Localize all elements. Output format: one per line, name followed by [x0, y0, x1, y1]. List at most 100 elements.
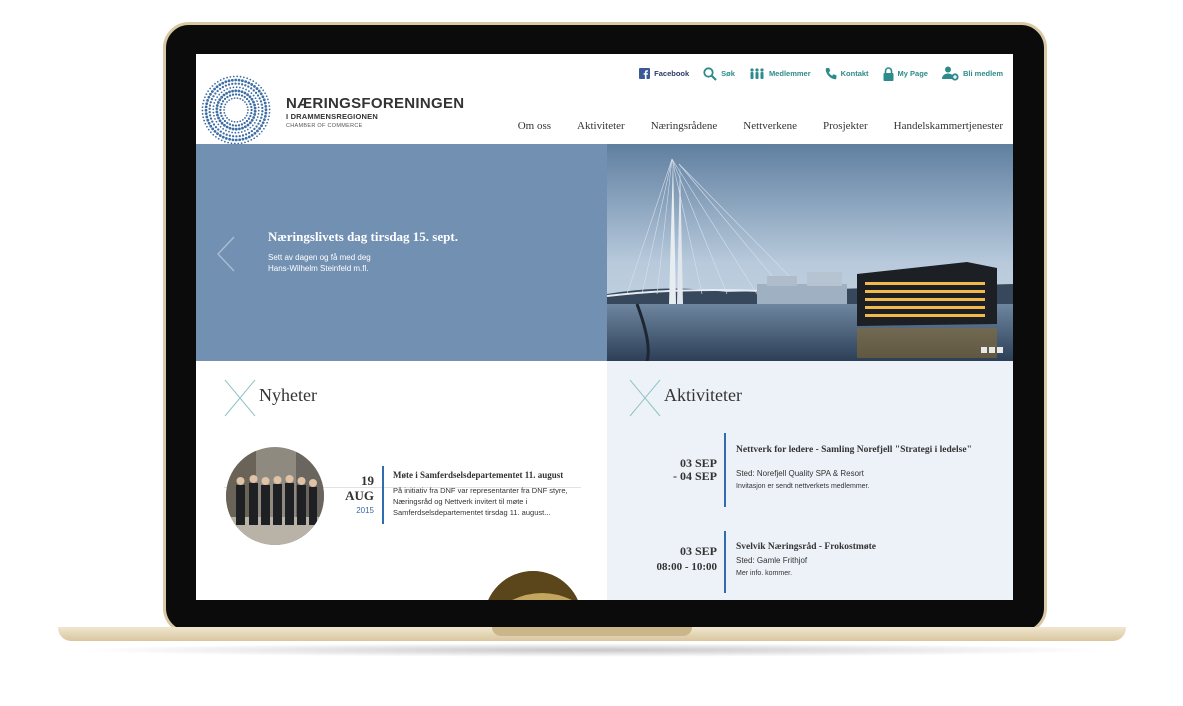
logo-dot [244, 117, 246, 119]
logo-dot [241, 134, 245, 137]
brand-wordmark[interactable]: NÆRINGSFORENINGEN I DRAMMENSREGIONEN CHA… [286, 96, 464, 131]
nav-naeringsradene[interactable]: Næringsrådene [651, 120, 718, 132]
logo-dot [243, 76, 245, 79]
logo-dot [256, 116, 259, 118]
logo-dot [217, 123, 220, 126]
logo-dot [240, 90, 244, 94]
logo-dot [246, 106, 249, 109]
logo-dot [255, 87, 259, 90]
activity-1-bar [724, 433, 726, 507]
facebook-link[interactable]: Facebook [639, 68, 689, 79]
logo-dot [252, 116, 256, 119]
logo-dot [209, 87, 212, 90]
logo-dot [236, 97, 239, 99]
contact-label: Kontakt [840, 69, 869, 78]
activity-2-place: Sted: Gamle Frithjof [736, 556, 808, 565]
nav-om-oss[interactable]: Om oss [518, 120, 551, 132]
logo-dot [222, 132, 225, 135]
logo-dot [228, 123, 232, 126]
logo-dot [264, 104, 268, 108]
logo-dot [223, 111, 226, 114]
news-item-title[interactable]: Møte i Samferdselsdepartementet 11. augu… [393, 470, 563, 480]
logo-dot [250, 97, 254, 101]
logo-dot [250, 111, 253, 115]
logo-dot [231, 124, 235, 127]
phone-icon [825, 68, 837, 80]
logo-dot [244, 84, 247, 87]
logo-dot [209, 92, 212, 96]
logo-dot [212, 108, 215, 111]
logo-dot [225, 91, 229, 95]
logo-dot [216, 89, 219, 93]
logo-dot [224, 84, 228, 87]
activity-2-title[interactable]: Svelvik Næringsråd - Frokostmøte [736, 542, 976, 553]
logo-dot [227, 141, 229, 144]
logo-dot [260, 130, 263, 133]
nav-nettverkene[interactable]: Nettverkene [743, 120, 797, 132]
activity-1-title[interactable]: Nettverk for ledere - Samling Norefjell … [736, 445, 976, 456]
logo-dot [259, 100, 263, 103]
search-icon [703, 66, 717, 81]
activities-section: Aktiviteter 03 SEP - 04 SEP Nettverk for… [607, 361, 1013, 600]
members-link[interactable]: Medlemmer [749, 67, 811, 80]
nav-aktiviteter[interactable]: Aktiviteter [577, 120, 625, 132]
hero-line-2: Hans-Wilhelm Steinfeld m.fl. [268, 264, 369, 273]
logo-dot [237, 82, 241, 85]
brand-name: NÆRINGSFORENINGEN [286, 95, 465, 112]
logo-dot [261, 106, 264, 110]
nav-handelskammertjenester[interactable]: Handelskammertjenester [894, 120, 1003, 132]
logo-dot [237, 89, 241, 93]
logo-dot [207, 128, 210, 131]
logo-icon[interactable] [200, 74, 272, 146]
logo-dot [212, 123, 216, 126]
hero-title[interactable]: Næringslivets dag tirsdag 15. sept. [268, 229, 458, 245]
logo-dot [231, 135, 235, 138]
logo-dot [219, 111, 222, 115]
slide-dot-3[interactable] [997, 347, 1003, 353]
news-photo-2-image [484, 571, 582, 600]
logo-dot [247, 100, 251, 103]
logo-dot [230, 142, 233, 145]
logo-dot [229, 87, 232, 89]
logo-dot [259, 92, 263, 96]
slide-dot-1[interactable] [981, 347, 987, 353]
logo-dot [224, 103, 227, 106]
logo-dot [223, 106, 226, 109]
logo-dot [209, 114, 212, 117]
hero-image[interactable] [607, 144, 1013, 361]
activity-1-date: 03 SEP - 04 SEP [617, 457, 717, 483]
logo-dot [223, 123, 226, 127]
news-photo[interactable] [226, 447, 324, 545]
logo-dot [204, 112, 208, 116]
activity-2-bar [724, 531, 726, 593]
logo-dot [268, 108, 271, 111]
news-photo-2[interactable] [484, 571, 582, 600]
logo-dot [247, 140, 250, 143]
previous-slide-icon[interactable] [216, 236, 236, 272]
logo-dot [212, 105, 215, 108]
logo-dot [225, 133, 228, 136]
activity-2-date-start: 03 SEP [679, 544, 717, 558]
join-link[interactable]: Bli medlem [941, 66, 1003, 81]
logo-dot [227, 83, 231, 86]
logo-dot [261, 121, 265, 125]
search-link[interactable]: Søk [703, 66, 735, 81]
logo-dot [248, 95, 252, 99]
logo-dot [248, 121, 252, 125]
members-icon [750, 67, 764, 79]
logo-dot [218, 119, 222, 123]
contact-link[interactable]: Kontakt [825, 67, 869, 80]
logo-dot [263, 114, 267, 118]
logo-dot [240, 131, 243, 133]
logo-dot [251, 124, 254, 127]
logo-dot [220, 95, 224, 99]
logo-dot [264, 92, 267, 95]
logo-dot [205, 125, 208, 128]
hero-text: Sett av dagen og få med deg Hans-Wilhelm… [268, 252, 371, 274]
mypage-link[interactable]: My Page [883, 66, 928, 81]
logo-dot [235, 86, 238, 89]
slide-dot-2[interactable] [989, 347, 995, 353]
nav-prosjekter[interactable]: Prosjekter [823, 120, 868, 132]
logo-dot [222, 127, 225, 130]
logo-dot [212, 133, 215, 136]
